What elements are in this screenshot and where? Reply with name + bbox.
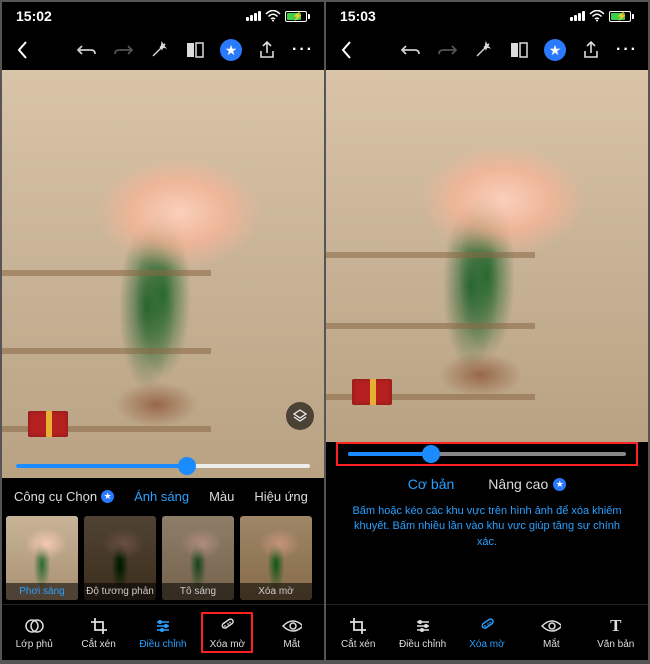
premium-star-icon: ★ <box>553 478 566 491</box>
photo-canvas[interactable] <box>2 70 324 478</box>
tool-heal[interactable]: Xóa mờ <box>461 616 513 650</box>
thumb-exposure[interactable]: Phơi sáng <box>6 516 78 600</box>
status-right: ⚡ <box>570 10 634 22</box>
text-icon: T <box>606 616 626 636</box>
premium-star-button[interactable]: ★ <box>544 39 566 61</box>
more-button[interactable]: ··· <box>292 39 314 61</box>
screen-left: 15:02 ⚡ ★ ··· <box>2 2 324 660</box>
crop-icon <box>89 616 109 636</box>
bottom-toolbar: Cắt xén Điều chỉnh Xóa mờ Mắt T Văn bản <box>326 604 648 660</box>
layers-button[interactable] <box>286 402 314 430</box>
compare-button[interactable] <box>508 39 530 61</box>
adjust-icon <box>413 616 433 636</box>
mode-tabs: Cơ bản Nâng cao★ <box>326 466 648 498</box>
status-time: 15:02 <box>16 8 52 24</box>
more-button[interactable]: ··· <box>616 39 638 61</box>
undo-button[interactable] <box>76 39 98 61</box>
magic-wand-button[interactable] <box>472 39 494 61</box>
signal-icon <box>570 11 585 21</box>
wifi-icon <box>589 10 605 22</box>
photo-canvas[interactable] <box>326 70 648 442</box>
premium-star-button[interactable]: ★ <box>220 39 242 61</box>
tab-selection-tool[interactable]: Công cụ Chọn★ <box>14 489 114 504</box>
thumb-contrast[interactable]: Độ tương phản <box>84 516 156 600</box>
adjust-icon <box>153 616 173 636</box>
signal-icon <box>246 11 261 21</box>
back-button[interactable] <box>336 39 358 61</box>
premium-star-icon: ★ <box>101 490 114 503</box>
share-button[interactable] <box>580 39 602 61</box>
tool-adjust[interactable]: Điều chỉnh <box>137 616 189 650</box>
top-toolbar: ★ ··· <box>326 30 648 70</box>
tool-text[interactable]: T Văn bản <box>590 616 642 650</box>
tab-advanced[interactable]: Nâng cao★ <box>488 476 566 492</box>
status-right: ⚡ <box>246 10 310 22</box>
tool-adjust[interactable]: Điều chỉnh <box>397 616 449 650</box>
tool-crop[interactable]: Cắt xén <box>73 616 125 650</box>
crop-icon <box>348 616 368 636</box>
eye-icon <box>282 616 302 636</box>
status-bar: 15:03 ⚡ <box>326 2 648 30</box>
redo-button[interactable] <box>112 39 134 61</box>
tool-overlay[interactable]: Lớp phủ <box>8 616 60 650</box>
overlay-icon <box>24 616 44 636</box>
tool-crop[interactable]: Cắt xén <box>332 616 384 650</box>
screen-right: 15:03 ⚡ ★ ··· <box>326 2 648 660</box>
brush-size-slider[interactable] <box>336 442 638 466</box>
heal-icon <box>477 616 497 636</box>
bottom-toolbar: Lớp phủ Cắt xén Điều chỉnh Xóa mờ Mắt <box>2 604 324 660</box>
magic-wand-button[interactable] <box>148 39 170 61</box>
tool-eye[interactable]: Mắt <box>266 616 318 650</box>
tab-lighting[interactable]: Ánh sáng <box>134 489 189 504</box>
exposure-slider[interactable] <box>16 464 310 468</box>
battery-icon: ⚡ <box>285 11 310 22</box>
thumb-dehaze[interactable]: Xóa mờ <box>240 516 312 600</box>
tool-eye[interactable]: Mắt <box>525 616 577 650</box>
adjustment-thumbnails: Phơi sáng Độ tương phản Tô sáng Xóa mờ <box>2 514 324 604</box>
battery-icon: ⚡ <box>609 11 634 22</box>
undo-button[interactable] <box>400 39 422 61</box>
tab-effects[interactable]: Hiệu ứng <box>254 489 308 504</box>
hint-text: Bấm hoặc kéo các khu vực trên hình ảnh đ… <box>326 498 648 562</box>
tool-heal[interactable]: Xóa mờ <box>201 612 253 653</box>
heal-icon <box>217 616 237 636</box>
category-tabs: Công cụ Chọn★ Ánh sáng Màu Hiệu ứng <box>2 478 324 514</box>
back-button[interactable] <box>12 39 34 61</box>
share-button[interactable] <box>256 39 278 61</box>
tab-basic[interactable]: Cơ bản <box>408 476 455 492</box>
status-bar: 15:02 ⚡ <box>2 2 324 30</box>
thumb-highlight[interactable]: Tô sáng <box>162 516 234 600</box>
wifi-icon <box>265 10 281 22</box>
top-toolbar: ★ ··· <box>2 30 324 70</box>
status-time: 15:03 <box>340 8 376 24</box>
tab-color[interactable]: Màu <box>209 489 234 504</box>
compare-button[interactable] <box>184 39 206 61</box>
eye-icon <box>541 616 561 636</box>
redo-button[interactable] <box>436 39 458 61</box>
